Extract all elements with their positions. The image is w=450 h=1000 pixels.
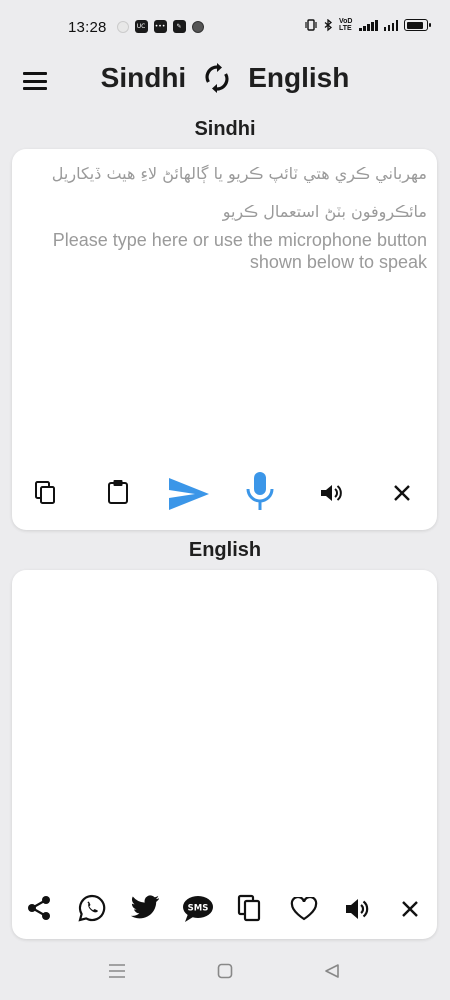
input-toolbar	[12, 470, 437, 516]
speaker-icon[interactable]	[319, 482, 343, 504]
clear-output-icon[interactable]	[400, 899, 420, 919]
placeholder-sindhi-line2: مائڪروفون بٽڻ استعمال ڪريو	[222, 202, 427, 221]
sms-icon[interactable]: SMS	[182, 895, 214, 923]
status-time: 13:28	[68, 19, 107, 36]
output-section-label: English	[188, 539, 262, 561]
network-label: VoD LTE	[339, 18, 353, 32]
recent-apps-icon[interactable]	[108, 963, 126, 984]
placeholder-sindhi-line1: مهرباني ڪري هتي ٽائپ ڪريو يا ڳالهائڻ لاء…	[51, 164, 427, 183]
output-toolbar: SMS	[12, 889, 437, 929]
placeholder-english: Please type here or use the microphone b…	[52, 230, 427, 272]
uc-browser-icon: UC	[134, 20, 148, 33]
signal-icon	[359, 19, 378, 31]
twitter-icon[interactable]	[130, 895, 160, 921]
chat-icon: •••	[153, 20, 167, 33]
output-text-area	[26, 580, 423, 880]
send-icon[interactable]	[167, 476, 211, 512]
input-text-area[interactable]: مهرباني ڪري هتي ٽائپ ڪريو يا ڳالهائڻ لاء…	[22, 155, 427, 465]
svg-text:SMS: SMS	[188, 904, 209, 914]
system-nav-bar	[0, 944, 450, 1000]
back-icon[interactable]	[324, 963, 340, 984]
share-icon[interactable]	[26, 895, 52, 921]
whatsapp-icon[interactable]	[78, 894, 106, 922]
signal-icon-2	[383, 19, 398, 31]
output-card: SMS	[12, 570, 437, 939]
paste-icon[interactable]	[107, 479, 129, 505]
favorite-icon[interactable]	[290, 897, 318, 921]
swap-languages-icon[interactable]	[202, 62, 232, 94]
source-language[interactable]: Sindhi	[101, 62, 187, 94]
battery-icon	[404, 19, 431, 31]
settings-icon	[191, 20, 204, 33]
app-header: Sindhi English	[0, 58, 450, 104]
bluetooth-icon	[324, 18, 333, 31]
vibrate-icon	[305, 19, 317, 31]
notification-dot-icon	[116, 20, 129, 33]
input-card: مهرباني ڪري هتي ٽائپ ڪريو يا ڳالهائڻ لاء…	[12, 149, 437, 530]
target-language[interactable]: English	[248, 62, 349, 94]
home-icon[interactable]	[217, 963, 233, 984]
copy-output-icon[interactable]	[237, 894, 263, 922]
copy-icon[interactable]	[34, 480, 58, 506]
app-icon: ✎	[172, 20, 186, 33]
input-section-label: Sindhi	[194, 118, 256, 140]
speaker-output-icon[interactable]	[344, 897, 370, 921]
clear-icon[interactable]	[392, 483, 412, 503]
microphone-icon[interactable]	[245, 470, 275, 512]
status-bar: 13:28 UC ••• ✎ VoD LTE	[0, 0, 450, 58]
